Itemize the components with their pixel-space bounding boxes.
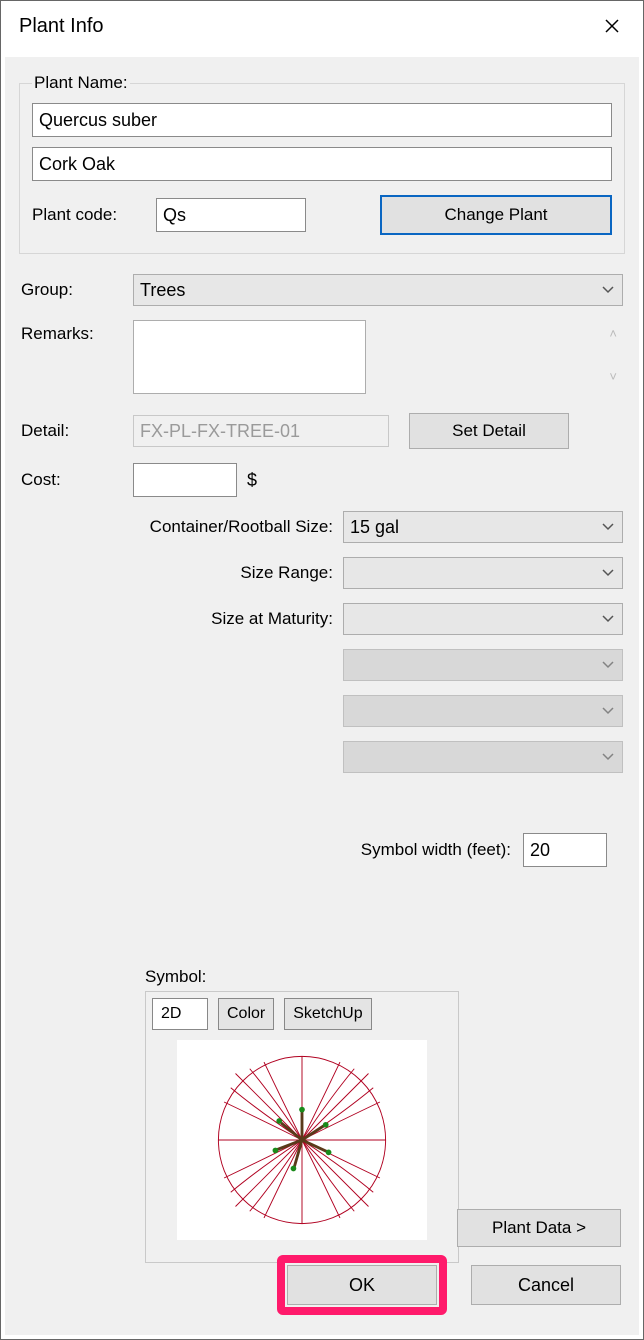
ok-highlight: OK (277, 1255, 447, 1315)
symbol-width-input[interactable] (523, 833, 607, 867)
plant-code-input[interactable] (156, 198, 306, 232)
size-range-select[interactable] (343, 557, 623, 589)
size-range-label: Size Range: (21, 563, 343, 583)
window-title: Plant Info (19, 15, 104, 38)
plant-name-group: Plant Name: Plant code: Change Plant (19, 73, 625, 254)
close-button[interactable] (595, 9, 629, 43)
close-icon (604, 18, 620, 34)
symbol-label: Symbol: (145, 967, 459, 987)
change-plant-button[interactable]: Change Plant (380, 195, 612, 235)
symbol-width-label: Symbol width (feet): (361, 840, 511, 860)
plant-info-dialog: Plant Info Plant Name: Plant code: Chang… (0, 0, 644, 1340)
container-size-label: Container/Rootball Size: (21, 517, 343, 537)
detail-input (133, 415, 389, 447)
plant-code-label: Plant code: (32, 205, 156, 225)
ok-button[interactable]: OK (287, 1265, 437, 1305)
symbol-preview[interactable] (177, 1040, 427, 1240)
footer-buttons: OK Cancel (277, 1255, 621, 1315)
symbol-block: Symbol: Color SketchUp (145, 967, 459, 1263)
group-label: Group: (21, 280, 133, 300)
remarks-textarea[interactable] (133, 320, 366, 394)
size-maturity-select[interactable] (343, 603, 623, 635)
plant-name-legend: Plant Name: (32, 73, 130, 93)
remarks-scroll-icons: ˄˅ (609, 326, 617, 384)
set-detail-button[interactable]: Set Detail (409, 413, 569, 449)
remarks-label: Remarks: (21, 320, 133, 344)
container-size-select[interactable]: 15 gal (343, 511, 623, 543)
detail-label: Detail: (21, 421, 133, 441)
plant-data-button[interactable]: Plant Data > (457, 1209, 621, 1247)
cost-input[interactable] (133, 463, 237, 497)
group-select[interactable]: Trees (133, 274, 623, 306)
extra-select-3 (343, 741, 623, 773)
currency-symbol: $ (247, 470, 257, 491)
symbol-mode-input[interactable] (152, 998, 208, 1030)
plant-common-input[interactable] (32, 147, 612, 181)
extra-select-2 (343, 695, 623, 727)
symbol-sketchup-button[interactable]: SketchUp (284, 998, 371, 1030)
size-maturity-label: Size at Maturity: (21, 609, 343, 629)
cost-label: Cost: (21, 470, 133, 490)
plant-latin-input[interactable] (32, 103, 612, 137)
tree-symbol-icon (207, 1045, 397, 1235)
extra-select-1 (343, 649, 623, 681)
symbol-box: Color SketchUp (145, 991, 459, 1263)
cancel-button[interactable]: Cancel (471, 1265, 621, 1305)
client-area: Plant Name: Plant code: Change Plant Gro… (5, 57, 639, 1335)
titlebar: Plant Info (1, 1, 643, 51)
symbol-color-button[interactable]: Color (218, 998, 274, 1030)
